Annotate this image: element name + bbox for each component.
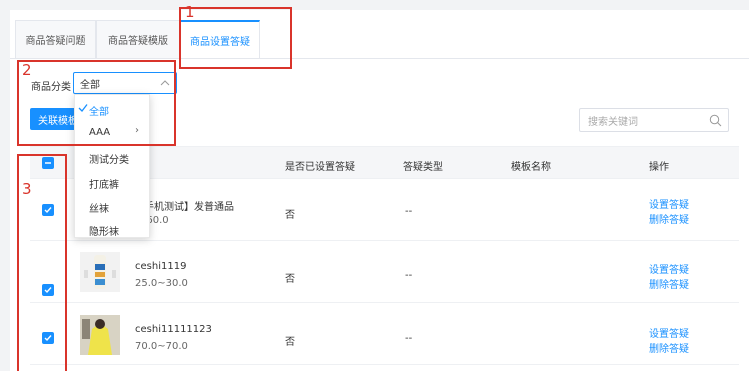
qa-type-value: -- bbox=[405, 270, 413, 281]
delete-qa-link[interactable]: 删除答疑 bbox=[649, 276, 689, 291]
product-thumbnail bbox=[80, 315, 120, 355]
annotation-number-2: 2 bbox=[22, 61, 32, 79]
search-placeholder: 搜索关键词 bbox=[588, 116, 638, 128]
qa-type-value: -- bbox=[405, 333, 413, 344]
product-name: ceshi11111123 bbox=[135, 324, 212, 335]
search-icon[interactable] bbox=[709, 114, 722, 127]
tab-divider bbox=[10, 58, 749, 59]
column-header-actions: 操作 bbox=[649, 162, 669, 173]
search-input[interactable]: 搜索关键词 bbox=[579, 108, 729, 132]
table-row: ceshi1119 25.0~30.0 否 -- 设置答疑 删除答疑 bbox=[30, 241, 739, 303]
set-qa-link[interactable]: 设置答疑 bbox=[649, 261, 689, 276]
tab-label: 商品答疑模版 bbox=[108, 36, 168, 47]
tab-product-qa-questions[interactable]: 商品答疑问题 bbox=[15, 20, 96, 58]
is-set-value: 否 bbox=[285, 210, 295, 221]
annotation-number-1: 1 bbox=[185, 3, 195, 21]
product-thumbnail bbox=[80, 252, 120, 292]
annotation-box-1 bbox=[179, 7, 292, 69]
table-row: ceshi11111123 70.0~70.0 否 -- 设置答疑 删除答疑 bbox=[30, 303, 739, 365]
set-qa-link[interactable]: 设置答疑 bbox=[649, 196, 689, 211]
is-set-value: 否 bbox=[285, 337, 295, 348]
delete-qa-link[interactable]: 删除答疑 bbox=[649, 211, 689, 226]
is-set-value: 否 bbox=[285, 274, 295, 285]
column-header-is-set: 是否已设置答疑 bbox=[285, 162, 355, 173]
dropdown-option-stockings[interactable]: 丝袜 bbox=[89, 200, 109, 215]
column-header-template-name: 模板名称 bbox=[511, 162, 551, 173]
dropdown-option-test-category[interactable]: 测试分类 bbox=[89, 151, 129, 166]
annotation-box-2 bbox=[17, 60, 176, 146]
tab-product-qa-templates[interactable]: 商品答疑模版 bbox=[96, 20, 180, 58]
product-name: ceshi1119 bbox=[135, 261, 187, 272]
tab-label: 商品答疑问题 bbox=[25, 36, 86, 47]
qa-type-value: -- bbox=[405, 206, 413, 217]
column-header-qa-type: 答疑类型 bbox=[403, 162, 443, 173]
product-price: 25.0~30.0 bbox=[135, 278, 188, 289]
annotation-number-3: 3 bbox=[22, 180, 32, 198]
dropdown-option-leggings[interactable]: 打底裤 bbox=[89, 176, 119, 191]
product-price: 70.0~70.0 bbox=[135, 341, 188, 352]
delete-qa-link[interactable]: 删除答疑 bbox=[649, 340, 689, 355]
dropdown-option-invisible-socks[interactable]: 隐形袜 bbox=[89, 223, 119, 238]
set-qa-link[interactable]: 设置答疑 bbox=[649, 325, 689, 340]
